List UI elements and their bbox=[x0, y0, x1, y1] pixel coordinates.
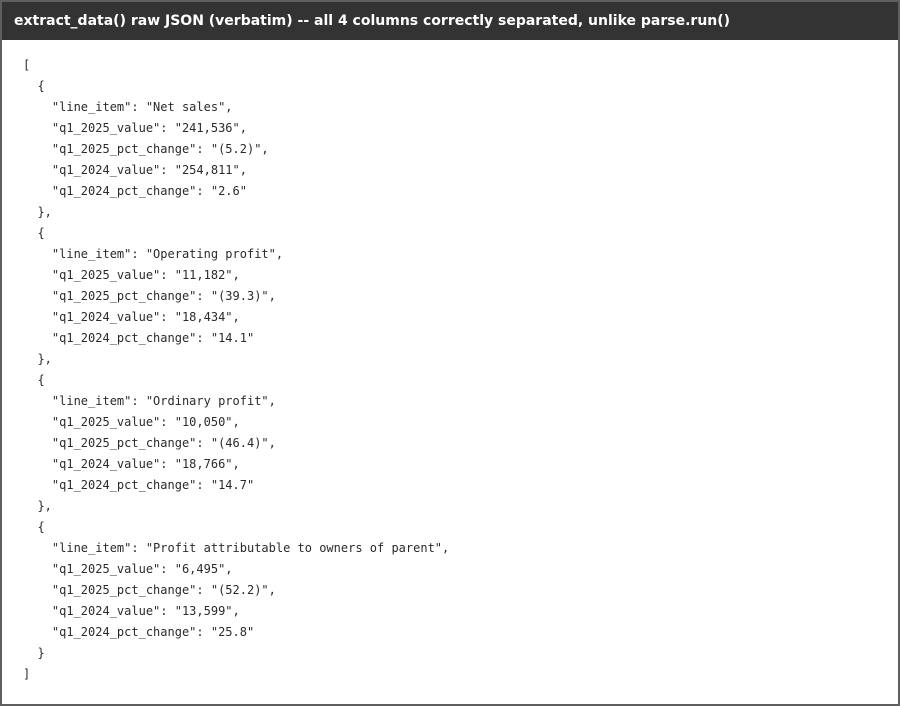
json-line: "q1_2024_value": "13,599", bbox=[23, 604, 240, 618]
json-line: ] bbox=[23, 667, 31, 681]
json-line: { bbox=[23, 373, 45, 387]
json-line: } bbox=[23, 646, 45, 660]
json-line: "line_item": "Net sales", bbox=[23, 100, 233, 114]
json-line: "q1_2024_pct_change": "2.6" bbox=[23, 184, 247, 198]
json-line: { bbox=[23, 226, 45, 240]
json-line: "q1_2025_pct_change": "(52.2)", bbox=[23, 583, 276, 597]
json-line: }, bbox=[23, 499, 52, 513]
json-line: }, bbox=[23, 352, 52, 366]
json-line: "q1_2024_value": "18,766", bbox=[23, 457, 240, 471]
json-line: "line_item": "Ordinary profit", bbox=[23, 394, 276, 408]
json-line: "q1_2025_pct_change": "(39.3)", bbox=[23, 289, 276, 303]
window-title: extract_data() raw JSON (verbatim) -- al… bbox=[14, 13, 731, 29]
json-line: "q1_2025_value": "6,495", bbox=[23, 562, 233, 576]
json-line: }, bbox=[23, 205, 52, 219]
json-line: { bbox=[23, 79, 45, 93]
json-line: "q1_2025_value": "10,050", bbox=[23, 415, 240, 429]
json-line: "q1_2025_pct_change": "(46.4)", bbox=[23, 436, 276, 450]
json-output-window: extract_data() raw JSON (verbatim) -- al… bbox=[0, 0, 900, 706]
title-bar: extract_data() raw JSON (verbatim) -- al… bbox=[2, 2, 898, 40]
json-line: "q1_2024_pct_change": "14.7" bbox=[23, 478, 255, 492]
json-line: "q1_2024_pct_change": "25.8" bbox=[23, 625, 255, 639]
json-line: [ bbox=[23, 58, 31, 72]
json-line: "line_item": "Operating profit", bbox=[23, 247, 284, 261]
json-line: "q1_2024_pct_change": "14.1" bbox=[23, 331, 255, 345]
json-line: "q1_2025_value": "241,536", bbox=[23, 121, 247, 135]
json-line: { bbox=[23, 520, 45, 534]
json-line: "q1_2024_value": "18,434", bbox=[23, 310, 240, 324]
json-line: "q1_2024_value": "254,811", bbox=[23, 163, 247, 177]
json-code-block[interactable]: [ { "line_item": "Net sales", "q1_2025_v… bbox=[23, 55, 449, 685]
json-line: "line_item": "Profit attributable to own… bbox=[23, 541, 450, 555]
json-line: "q1_2025_value": "11,182", bbox=[23, 268, 240, 282]
json-line: "q1_2025_pct_change": "(5.2)", bbox=[23, 142, 269, 156]
